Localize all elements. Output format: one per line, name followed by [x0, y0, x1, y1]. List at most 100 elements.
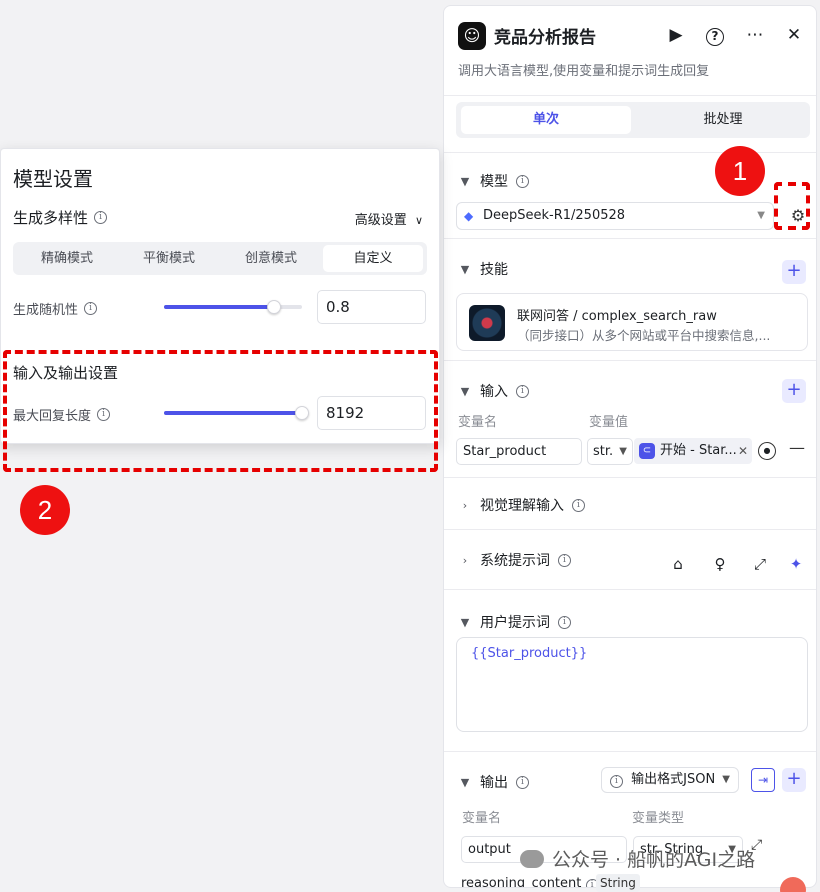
input-col-value: 变量值 [589, 415, 629, 430]
watermark-text: 公众号 · 船帆的AGI之路 [552, 849, 756, 871]
input-var-reference-label: 开始 - Star... [660, 443, 737, 458]
remove-input-icon[interactable]: — [789, 438, 805, 457]
vision-section-header[interactable]: › 视觉理解输入 i [458, 495, 585, 515]
vision-section: › 视觉理解输入 i [444, 477, 816, 529]
chevron-down-icon: ▼ [460, 262, 470, 276]
mode-creative[interactable]: 创意模式 [221, 245, 321, 272]
slider-fill [164, 305, 275, 309]
llm-node-panel: ☺ 竞品分析报告 ▶ ? ⋯ ✕ 调用大语言模型,使用变量和提示词生成回复 单次… [443, 5, 817, 888]
annotation-marker-1: 1 [715, 146, 765, 196]
ghost-icon: ☺ [458, 22, 486, 50]
remove-reference-icon[interactable]: ✕ [738, 438, 748, 464]
mode-custom[interactable]: 自定义 [323, 245, 423, 272]
model-select-value: DeepSeek-R1/250528 [483, 208, 626, 223]
wechat-icon [520, 849, 544, 868]
info-icon: i [94, 211, 108, 224]
model-settings-title: 模型设置 [13, 167, 93, 191]
chevron-right-icon: › [462, 553, 468, 567]
node-description: 调用大语言模型,使用变量和提示词生成回复 [458, 64, 710, 79]
user-prompt-header[interactable]: ▼ 用户提示词 i [458, 612, 571, 632]
deepseek-logo-icon: ◆ [464, 209, 474, 223]
annotation-marker-2: 2 [20, 485, 70, 535]
skill-name: 联网问答 / complex_search_raw [517, 309, 717, 324]
chevron-right-icon: › [462, 498, 468, 512]
chevron-down-icon: ▼ [460, 174, 470, 188]
slider-handle[interactable] [267, 300, 282, 314]
skill-thumbnail [469, 305, 505, 341]
info-icon: i [610, 775, 623, 788]
input-var-type-value: str. [593, 444, 614, 459]
reasoning-label: reasoning_content [461, 876, 582, 888]
input-section-title: 输入 [480, 384, 508, 400]
system-prompt-header[interactable]: › 系统提示词 i [458, 550, 571, 570]
highlight-gear-box [774, 182, 810, 230]
skills-section-title: 技能 [480, 262, 508, 278]
model-section-header[interactable]: ▼ 模型 i [458, 171, 529, 191]
input-col-name: 变量名 [458, 415, 498, 430]
ai-sparkle-icon[interactable]: ✦ [786, 554, 806, 574]
lightbulb-icon[interactable]: ♀ [710, 554, 730, 574]
node-title[interactable]: 竞品分析报告 [494, 23, 596, 48]
output-section-title: 输出 [480, 775, 508, 791]
chevron-down-icon: ▼ [460, 384, 470, 398]
info-icon: i [572, 498, 585, 512]
import-icon[interactable]: ⇥ [751, 768, 775, 792]
prompt-library-icon[interactable]: ⌂ [668, 554, 688, 574]
output-col-type: 变量类型 [632, 811, 685, 826]
tab-batch[interactable]: 批处理 [643, 106, 803, 134]
temperature-input[interactable]: 0.8 [317, 290, 426, 324]
chevron-down-icon: ▼ [460, 775, 470, 789]
tab-single[interactable]: 单次 [461, 106, 631, 134]
model-section-title: 模型 [480, 174, 508, 190]
input-var-reference[interactable]: ⊂ 开始 - Star... ✕ [634, 438, 752, 464]
system-prompt-title: 系统提示词 [480, 553, 550, 569]
info-icon: i [558, 553, 571, 567]
input-var-name-field[interactable]: Star_product [456, 438, 582, 465]
output-format-select[interactable]: i 输出格式JSON ▼ [601, 767, 739, 793]
add-skill-button[interactable]: + [782, 260, 806, 284]
info-icon: i [84, 302, 98, 315]
skills-section-header[interactable]: ▼ 技能 [458, 259, 508, 279]
output-section-header[interactable]: ▼ 输出 i [458, 772, 529, 792]
model-select[interactable]: ◆ DeepSeek-R1/250528 ▼ [456, 202, 774, 230]
mode-precise[interactable]: 精确模式 [17, 245, 117, 272]
output-format-value: 输出格式JSON [631, 772, 716, 787]
node-header: ☺ 竞品分析报告 ▶ ? ⋯ ✕ 调用大语言模型,使用变量和提示词生成回复 [444, 6, 816, 96]
input-var-type-select[interactable]: str. ▼ [587, 438, 633, 465]
temperature-label: 生成随机性 [13, 303, 79, 318]
temperature-slider[interactable] [164, 300, 302, 314]
chevron-down-icon: ∨ [414, 214, 423, 227]
info-icon: i [516, 384, 529, 398]
play-icon[interactable]: ▶ [663, 22, 689, 48]
info-icon: i [516, 775, 529, 789]
chevron-down-icon: ▼ [619, 446, 627, 457]
temperature-label-row: 生成随机性 i [13, 299, 98, 318]
chevron-down-icon: ▼ [722, 774, 730, 785]
input-section-header[interactable]: ▼ 输入 i [458, 381, 529, 401]
advanced-settings-label: 高级设置 [354, 213, 407, 228]
diversity-mode-tabs: 精确模式 平衡模式 创意模式 自定义 [13, 242, 427, 275]
mode-balanced[interactable]: 平衡模式 [119, 245, 219, 272]
highlight-io-settings-box [3, 350, 438, 472]
output-col-name: 变量名 [462, 811, 502, 826]
help-icon[interactable]: ? [702, 22, 728, 48]
advanced-settings-toggle[interactable]: 高级设置 ∨ [355, 209, 423, 228]
chevron-down-icon: ▼ [460, 615, 470, 629]
add-input-button[interactable]: + [782, 379, 806, 403]
run-mode-tabs: 单次 批处理 [456, 102, 810, 138]
diversity-label: 生成多样性 [13, 209, 89, 227]
user-prompt-editor[interactable]: {{Star_product}} [456, 637, 808, 732]
add-output-button[interactable]: + [782, 768, 806, 792]
close-icon[interactable]: ✕ [781, 22, 807, 48]
expand-icon[interactable]: ⤢ [750, 554, 770, 574]
info-icon: i [516, 174, 529, 188]
vision-section-title: 视觉理解输入 [480, 498, 564, 514]
start-node-icon: ⊂ [639, 443, 655, 459]
reasoning-type-badge: String [596, 874, 640, 892]
target-icon[interactable]: ● [758, 442, 776, 460]
chevron-down-icon: ▼ [757, 210, 765, 221]
skill-description: （同步接口）从多个网站或平台中搜索信息,... [517, 328, 771, 343]
user-prompt-title: 用户提示词 [480, 615, 550, 631]
skill-card[interactable]: 联网问答 / complex_search_raw （同步接口）从多个网站或平台… [456, 293, 808, 351]
more-icon[interactable]: ⋯ [742, 22, 768, 48]
